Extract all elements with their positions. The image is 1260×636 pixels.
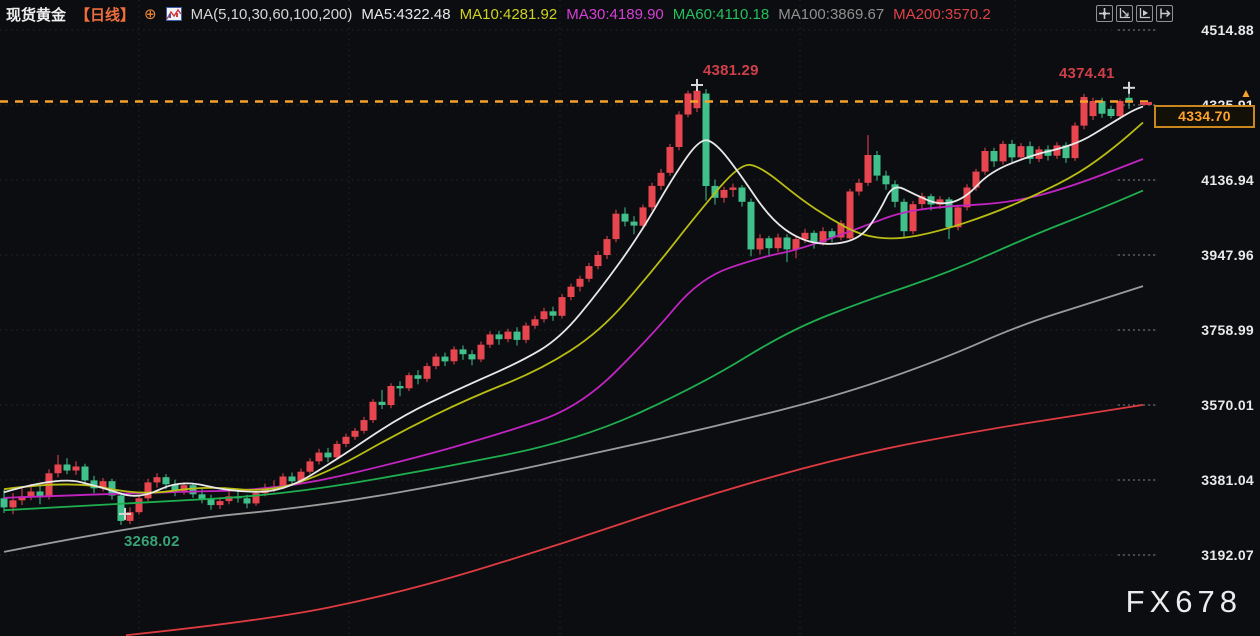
price-tick-label: 3758.99 [1166, 322, 1254, 338]
recent-high-label: 4374.41 [1059, 65, 1115, 82]
timeframe-selector[interactable]: 【日线】 [75, 4, 135, 25]
ma-indicator-icon [166, 6, 182, 22]
ma100-value-label: MA100:3869.67 [778, 6, 884, 23]
ma30-value-label: MA30:4189.90 [566, 6, 664, 23]
ma-line-ma200 [126, 405, 1143, 635]
scroll-to-latest-button[interactable]: ▲ [1240, 86, 1252, 100]
peak-high-label: 4381.29 [703, 62, 759, 79]
price-tick-label: 3192.07 [1166, 547, 1254, 563]
crosshair-move-icon[interactable] [1096, 5, 1113, 22]
price-tick-label: 3570.01 [1166, 397, 1254, 413]
price-scale-icon[interactable] [1116, 5, 1133, 22]
swing-low-label: 3268.02 [124, 533, 180, 550]
chart-toolbar [1096, 5, 1173, 22]
auto-play-icon[interactable] [1136, 5, 1153, 22]
add-indicator-icon[interactable]: ⊕ [144, 7, 157, 22]
ma-line-ma100 [4, 286, 1143, 552]
ma60-value-label: MA60:4110.18 [673, 6, 769, 23]
ma-line-ma30 [4, 159, 1143, 498]
ma-line-ma60 [4, 191, 1143, 511]
symbol-name[interactable]: 现货黄金 [6, 4, 66, 25]
go-to-realtime-icon[interactable] [1156, 5, 1173, 22]
current-price-tag: 4334.70 [1154, 105, 1255, 128]
ma-parameters-label: MA(5,10,30,60,100,200) [191, 6, 353, 23]
price-chart-canvas[interactable] [0, 0, 1260, 636]
price-tick-label: 4136.94 [1166, 172, 1254, 188]
price-tick-label: 3381.04 [1166, 472, 1254, 488]
ma10-value-label: MA10:4281.92 [460, 6, 558, 23]
last-tick-mark [1140, 102, 1152, 105]
ma5-value-label: MA5:4322.48 [361, 6, 450, 23]
chart-header: 现货黄金 【日线】 ⊕ MA(5,10,30,60,100,200) MA5:4… [6, 4, 991, 24]
price-tick-label: 4514.88 [1166, 22, 1254, 38]
ma200-value-label: MA200:3570.2 [893, 6, 991, 23]
price-tick-label: 3947.96 [1166, 247, 1254, 263]
ma-lines [4, 106, 1143, 635]
trading-chart-window: 现货黄金 【日线】 ⊕ MA(5,10,30,60,100,200) MA5:4… [0, 0, 1260, 636]
fx678-watermark: FX678 [1126, 584, 1242, 620]
